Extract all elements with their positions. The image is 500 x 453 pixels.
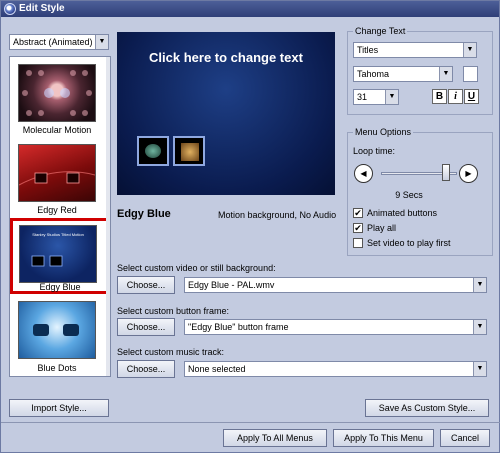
app-icon: [4, 3, 16, 15]
text-color-swatch[interactable]: [463, 66, 478, 82]
chevron-down-icon: ▼: [473, 278, 486, 292]
loop-increase-button[interactable]: ▶: [459, 164, 478, 183]
style-description: Motion background, No Audio: [218, 210, 337, 220]
style-item-blue-dots[interactable]: Blue Dots: [10, 295, 110, 375]
chevron-down-icon: ▼: [439, 67, 452, 81]
button-frame-select[interactable]: "Edgy Blue" button frame ▼: [184, 319, 487, 335]
text-target-value: Titles: [357, 45, 379, 55]
footer-separator: [1, 422, 500, 423]
style-item-edgy-blue[interactable]: Stanley Studios Titled Motion Edgy Blue: [10, 218, 110, 294]
music-select[interactable]: None selected ▼: [184, 361, 487, 377]
chevron-down-icon: ▼: [95, 35, 108, 49]
animated-buttons-checkbox[interactable]: ✔: [353, 208, 363, 218]
title-bar: Edit Style: [1, 1, 499, 17]
button-1-thumbnail: [145, 144, 161, 158]
preview-button-2[interactable]: [173, 136, 205, 166]
loop-time-label: Loop time:: [353, 146, 396, 156]
style-item-label: Molecular Motion: [22, 125, 92, 135]
choose-music-button[interactable]: Choose...: [117, 360, 175, 378]
choose-button-frame-button[interactable]: Choose...: [117, 318, 175, 336]
save-custom-style-button[interactable]: Save As Custom Style...: [365, 399, 489, 417]
edgy-blue-pattern: Stanley Studios Titled Motion: [31, 232, 84, 267]
background-select[interactable]: Edgy Blue - PAL.wmv ▼: [184, 277, 487, 293]
music-label: Select custom music track:: [117, 347, 225, 357]
change-text-title: Change Text: [353, 26, 408, 36]
style-item-molecular-motion[interactable]: Molecular Motion: [10, 57, 110, 137]
loop-time-value: 9 Secs: [395, 190, 423, 200]
blue-dots-thumbnail: [18, 301, 96, 359]
button-2-thumbnail: [181, 143, 199, 161]
edgy-red-pattern: [18, 171, 96, 186]
edit-style-window: Edit Style Abstract (Animated) ▼ Molecul…: [0, 0, 500, 453]
blue-dots-pattern: [33, 324, 79, 336]
chevron-down-icon: ▼: [473, 362, 486, 376]
style-category-select[interactable]: Abstract (Animated) ▼: [9, 34, 109, 50]
play-all-checkbox[interactable]: ✔: [353, 223, 363, 233]
style-name: Edgy Blue: [117, 208, 171, 220]
font-size-select[interactable]: 31 ▼: [353, 89, 399, 105]
style-list-scrollbar[interactable]: [106, 57, 110, 376]
cancel-button[interactable]: Cancel: [440, 429, 490, 447]
style-list[interactable]: Molecular Motion Edgy Red Stanley Studio…: [9, 56, 111, 377]
play-all-label: Play all: [367, 223, 397, 233]
font-size-value: 31: [357, 92, 368, 102]
underline-button[interactable]: U: [464, 89, 479, 104]
apply-all-menus-button[interactable]: Apply To All Menus: [223, 429, 327, 447]
style-item-edgy-red[interactable]: Edgy Red: [10, 139, 110, 217]
menu-options-title: Menu Options: [353, 127, 414, 137]
apply-this-menu-button[interactable]: Apply To This Menu: [333, 429, 434, 447]
checkmark-icon: ✔: [354, 208, 362, 218]
checkmark-icon: ✔: [354, 223, 362, 233]
style-item-label: Edgy Red: [37, 205, 77, 215]
text-target-select[interactable]: Titles ▼: [353, 42, 477, 58]
preview-change-text[interactable]: Click here to change text: [117, 50, 335, 65]
preview-button-1[interactable]: [137, 136, 169, 166]
chevron-down-icon: ▼: [473, 320, 486, 334]
bold-button[interactable]: B: [432, 89, 447, 104]
background-value: Edgy Blue - PAL.wmv: [188, 280, 275, 290]
choose-background-button[interactable]: Choose...: [117, 276, 175, 294]
video-first-checkbox[interactable]: [353, 238, 363, 248]
button-frame-label: Select custom button frame:: [117, 306, 230, 316]
menu-preview[interactable]: Click here to change text: [117, 32, 335, 195]
edgy-red-thumbnail: [18, 144, 96, 202]
style-item-label: Edgy Blue: [39, 282, 81, 292]
font-value: Tahoma: [357, 69, 390, 79]
molecular-pattern: [22, 70, 92, 116]
edgy-blue-mini-text: Stanley Studios Titled Motion: [32, 232, 84, 237]
style-item-label: Blue Dots: [37, 363, 77, 373]
button-frame-value: "Edgy Blue" button frame: [188, 322, 289, 332]
animated-buttons-label: Animated buttons: [367, 208, 438, 218]
loop-time-slider-thumb[interactable]: [442, 164, 451, 181]
loop-decrease-button[interactable]: ◀: [354, 164, 373, 183]
edgy-blue-thumbnail: Stanley Studios Titled Motion: [19, 225, 97, 283]
italic-button[interactable]: i: [448, 89, 463, 104]
chevron-down-icon: ▼: [463, 43, 476, 57]
import-style-button[interactable]: Import Style...: [9, 399, 109, 417]
music-value: None selected: [188, 364, 246, 374]
font-select[interactable]: Tahoma ▼: [353, 66, 453, 82]
window-title: Edit Style: [19, 3, 65, 14]
style-category-value: Abstract (Animated): [13, 37, 93, 47]
molecular-motion-thumbnail: [18, 64, 96, 122]
background-label: Select custom video or still background:: [117, 263, 276, 273]
chevron-down-icon: ▼: [385, 90, 398, 104]
video-first-label: Set video to play first: [367, 238, 451, 248]
